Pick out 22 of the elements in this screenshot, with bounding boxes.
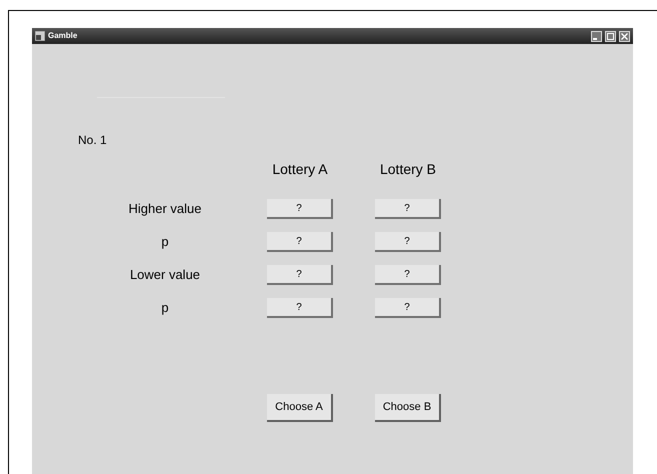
reveal-button[interactable]: ? bbox=[375, 298, 441, 318]
row-label: p bbox=[161, 233, 169, 252]
row-label: Higher value bbox=[128, 200, 202, 218]
trial-number: No. 1 bbox=[78, 132, 107, 149]
maximize-icon[interactable] bbox=[605, 30, 616, 42]
reveal-button[interactable]: ? bbox=[267, 265, 333, 285]
app-icon bbox=[35, 31, 45, 41]
close-icon[interactable] bbox=[619, 30, 630, 42]
row-label: p bbox=[161, 299, 169, 318]
reveal-button[interactable]: ? bbox=[267, 232, 333, 252]
choose-button[interactable]: Choose A bbox=[267, 394, 333, 422]
reveal-button[interactable]: ? bbox=[267, 298, 333, 318]
minimize-icon[interactable] bbox=[591, 30, 602, 42]
reveal-button[interactable]: ? bbox=[375, 265, 441, 285]
reveal-button[interactable]: ? bbox=[375, 232, 441, 252]
reveal-button[interactable]: ? bbox=[267, 199, 333, 219]
row-label: Lower value bbox=[130, 266, 200, 284]
reveal-button[interactable]: ? bbox=[375, 199, 441, 219]
window-title: Gamble bbox=[48, 30, 78, 42]
column-header: Lottery B bbox=[380, 160, 436, 179]
choose-button[interactable]: Choose B bbox=[375, 394, 441, 422]
column-header: Lottery A bbox=[272, 160, 328, 179]
